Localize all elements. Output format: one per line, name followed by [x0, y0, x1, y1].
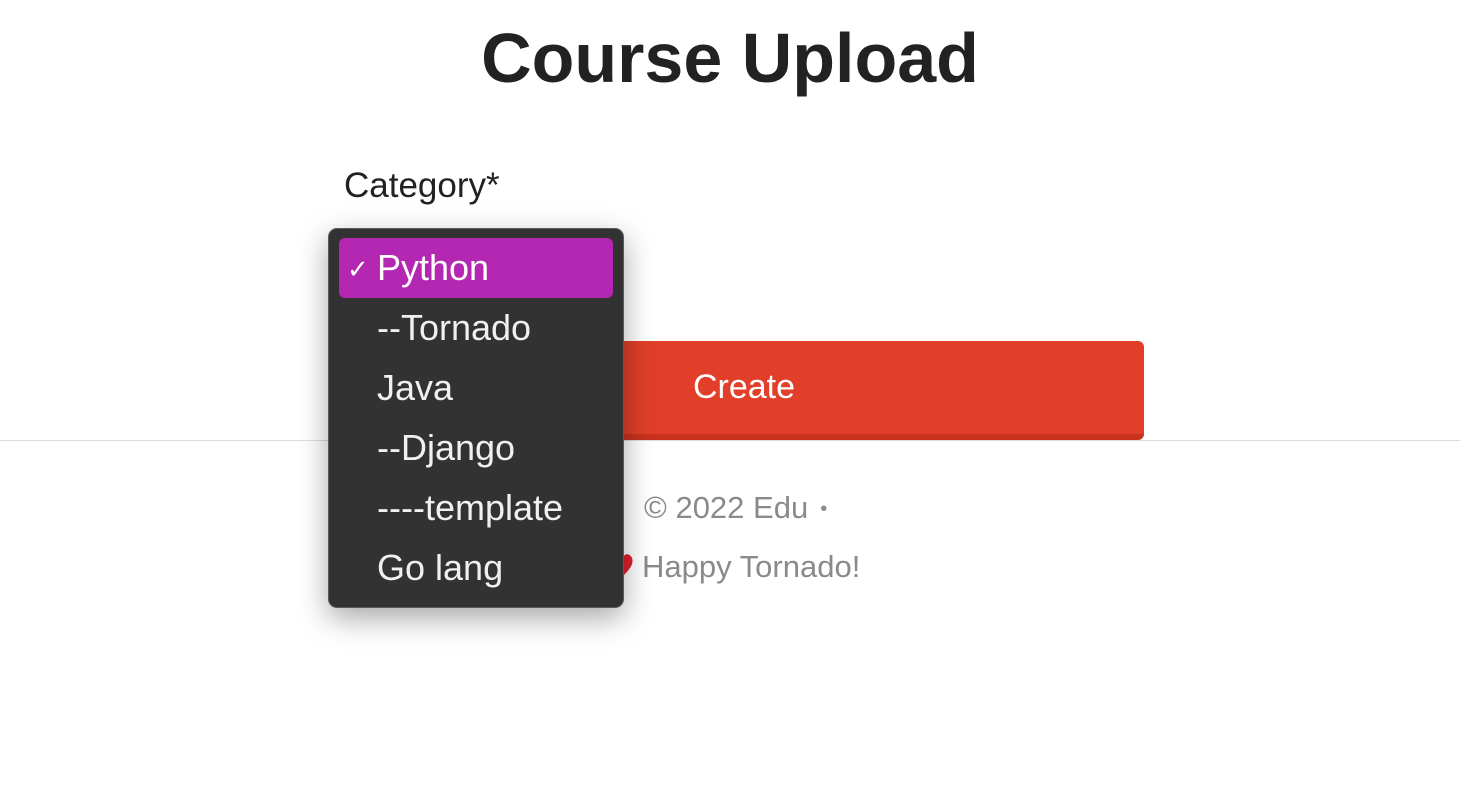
- separator-dot: •: [820, 498, 828, 521]
- footer-divider: [0, 440, 1460, 441]
- option-python[interactable]: ✓ Python: [339, 238, 613, 298]
- page: Course Upload Category* Create © 2022 Ed…: [0, 0, 1460, 804]
- option-label: --Tornado: [377, 307, 532, 348]
- checkmark-icon: ✓: [347, 254, 369, 284]
- footer-tagline-line: Happy Tornado!: [612, 549, 860, 585]
- category-label: Category*: [344, 166, 500, 205]
- option-template[interactable]: ----template: [339, 478, 613, 538]
- footer-copyright-line: © 2022 Edu •: [644, 490, 827, 526]
- option-tornado[interactable]: --Tornado: [339, 298, 613, 358]
- option-label: --Django: [377, 427, 516, 468]
- copyright-text: © 2022 Edu: [644, 490, 809, 525]
- option-label: ----template: [377, 487, 564, 528]
- category-dropdown-menu[interactable]: ✓ Python --Tornado Java --Django ----tem…: [328, 228, 624, 608]
- tagline-text: Happy Tornado!: [642, 549, 861, 584]
- option-django[interactable]: --Django: [339, 418, 613, 478]
- option-java[interactable]: Java: [339, 358, 613, 418]
- option-label: Java: [377, 367, 454, 408]
- option-label: Python: [377, 247, 490, 288]
- option-label: Go lang: [377, 547, 504, 588]
- option-go-lang[interactable]: Go lang: [339, 538, 613, 598]
- page-title: Course Upload: [481, 19, 979, 97]
